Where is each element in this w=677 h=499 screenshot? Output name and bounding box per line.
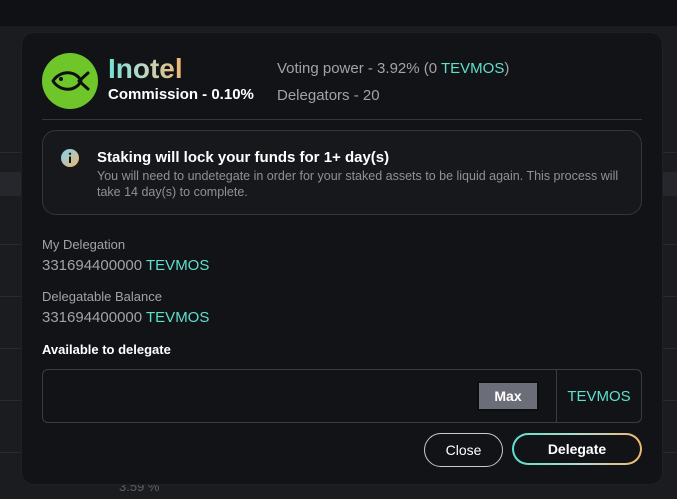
notice-body: You will need to undetegate in order for… (97, 169, 619, 199)
amount-input[interactable] (44, 371, 464, 421)
voting-power: Voting power - 3.92% (0 TEVMOS) (277, 60, 509, 77)
delegatable-balance-denom: TEVMOS (146, 309, 210, 326)
notice-title: Staking will lock your funds for 1+ day(… (97, 149, 390, 166)
delegatable-balance-label: Delegatable Balance (42, 289, 162, 304)
delegate-modal: Inotel Commission - 0.10% Voting power -… (22, 33, 662, 484)
amount-denom: TEVMOS (567, 387, 631, 405)
delegate-button-label: Delegate (514, 435, 640, 463)
delegate-button[interactable]: Delegate (512, 433, 642, 465)
delegatable-balance-value: 331694400000 TEVMOS (42, 309, 209, 326)
my-delegation-amount: 331694400000 (42, 257, 143, 274)
voting-power-suffix: ) (504, 60, 510, 77)
voting-power-denom: TEVMOS (441, 60, 505, 77)
voting-power-text: Voting power - 3.92% (0 (277, 60, 441, 77)
delegators-count: Delegators - 20 (277, 87, 380, 104)
staking-notice: Staking will lock your funds for 1+ day(… (42, 130, 642, 215)
info-icon (61, 149, 79, 167)
available-to-delegate-label: Available to delegate (42, 342, 171, 357)
delegatable-balance-amount: 331694400000 (42, 309, 143, 326)
validator-name: Inotel (108, 53, 183, 84)
background-topbar (0, 0, 677, 26)
my-delegation-denom: TEVMOS (146, 257, 210, 274)
amount-field: Max TEVMOS (42, 369, 642, 423)
fish-icon (51, 71, 90, 91)
max-button[interactable]: Max (477, 381, 539, 411)
my-delegation-value: 331694400000 TEVMOS (42, 257, 209, 274)
header-divider (42, 119, 642, 120)
validator-commission: Commission - 0.10% (108, 86, 254, 103)
my-delegation-label: My Delegation (42, 237, 126, 252)
validator-logo (42, 53, 98, 109)
close-button[interactable]: Close (424, 433, 503, 467)
